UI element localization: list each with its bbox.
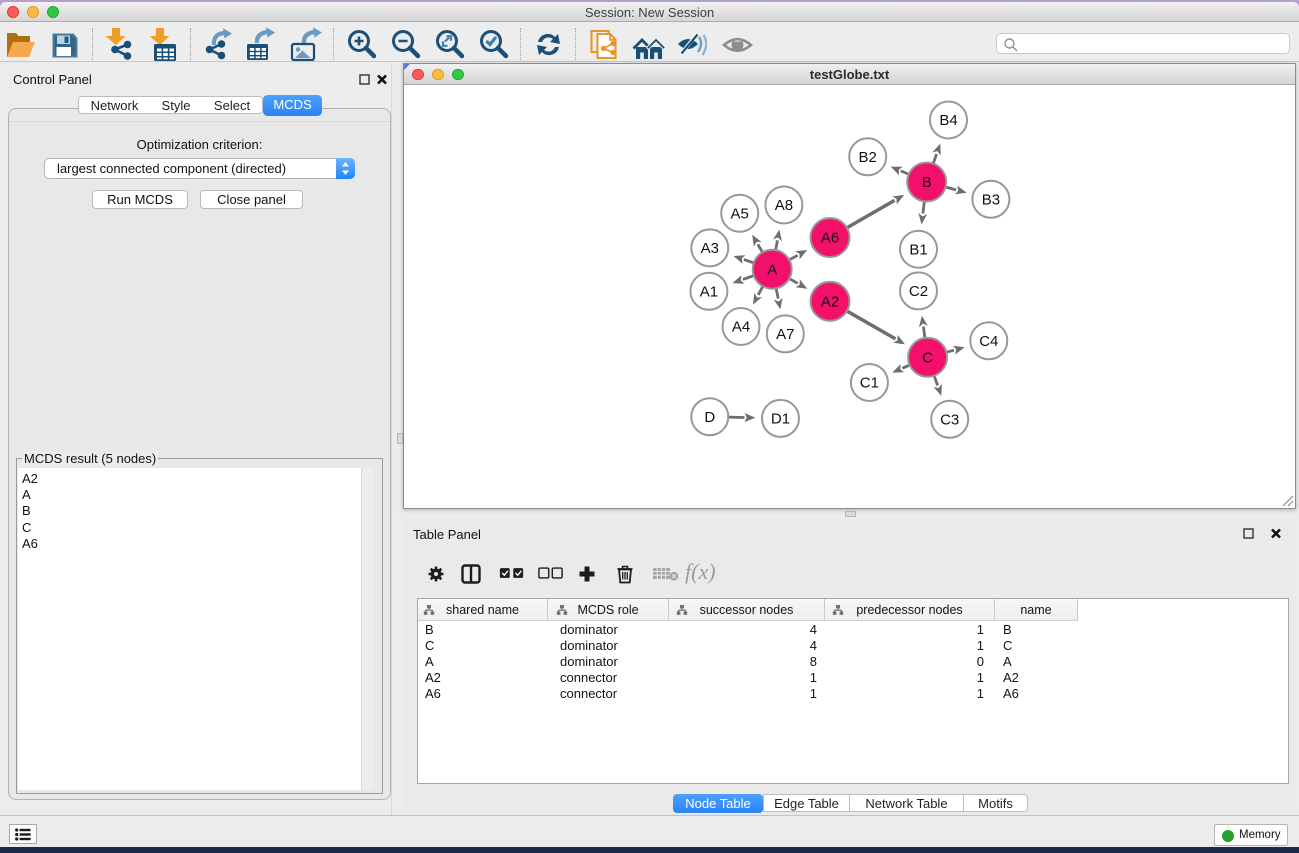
svg-text:C: C (922, 350, 933, 367)
svg-text:A3: A3 (701, 240, 719, 257)
svg-text:A4: A4 (732, 319, 750, 336)
svg-text:B: B (922, 174, 932, 191)
svg-text:A: A (767, 261, 777, 278)
svg-text:B4: B4 (939, 112, 957, 129)
svg-text:C2: C2 (909, 283, 928, 300)
svg-text:B2: B2 (859, 149, 877, 166)
svg-text:A1: A1 (700, 284, 718, 301)
svg-text:C3: C3 (940, 412, 959, 429)
svg-text:D: D (704, 409, 715, 426)
svg-text:A2: A2 (821, 294, 839, 311)
svg-text:C4: C4 (979, 333, 998, 350)
svg-text:A7: A7 (776, 326, 794, 343)
svg-text:D1: D1 (771, 411, 790, 428)
svg-text:A8: A8 (775, 197, 793, 214)
svg-text:B3: B3 (982, 192, 1000, 209)
svg-text:A6: A6 (821, 230, 839, 247)
svg-text:C1: C1 (860, 375, 879, 392)
svg-text:A5: A5 (731, 205, 749, 222)
svg-text:B1: B1 (909, 241, 927, 258)
